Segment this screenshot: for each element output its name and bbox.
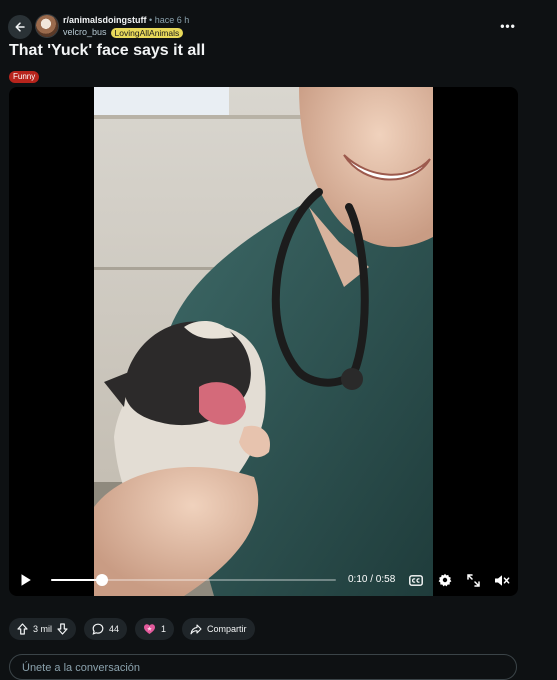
arrow-up-icon[interactable]	[17, 623, 28, 635]
captions-button[interactable]	[408, 572, 424, 588]
share-label: Compartir	[207, 624, 247, 634]
arrow-down-icon[interactable]	[57, 623, 68, 635]
more-horizontal-icon: •••	[500, 19, 516, 33]
expand-icon	[466, 573, 480, 587]
vote-count: 3 mil	[33, 624, 53, 634]
subreddit-avatar[interactable]	[36, 15, 58, 37]
comment-count: 44	[109, 624, 120, 634]
closed-captions-icon	[409, 574, 423, 586]
post-time: hace 6 h	[154, 15, 190, 25]
progress-fill	[51, 579, 103, 581]
progress-thumb[interactable]	[96, 574, 109, 586]
subreddit-link[interactable]: r/animalsdoingstuff	[63, 15, 147, 25]
speech-bubble-icon	[92, 623, 104, 635]
more-options-button[interactable]: •••	[500, 18, 516, 34]
author-link[interactable]: velcro_bus	[63, 27, 107, 38]
settings-button[interactable]	[437, 572, 453, 588]
fullscreen-button[interactable]	[465, 572, 481, 588]
award-icon	[144, 624, 156, 634]
time-readout: 0:10 / 0:58	[348, 574, 396, 585]
award-count: 1	[161, 624, 167, 634]
share-arrow-icon	[190, 623, 202, 634]
share-button[interactable]: Compartir	[182, 618, 255, 640]
volume-muted-icon	[495, 574, 510, 586]
comment-placeholder: Únete a la conversación	[22, 662, 141, 674]
play-button[interactable]	[18, 572, 34, 588]
post-title: That 'Yuck' face says it all	[9, 42, 206, 59]
post-meta: r/animalsdoingstuff • hace 6 h	[63, 15, 189, 26]
arrow-left-icon	[15, 22, 25, 32]
video-frame	[94, 87, 433, 596]
gear-icon	[438, 573, 452, 587]
video-controls: 0:10 / 0:58	[9, 553, 518, 596]
meta-separator: •	[149, 15, 153, 25]
post-flair[interactable]: Funny	[9, 71, 40, 83]
video-player[interactable]: 0:10 / 0:58	[9, 87, 518, 596]
vote-group: 3 mil	[9, 618, 77, 640]
back-button[interactable]	[8, 15, 32, 39]
post-actions: 3 mil 44 1 Compartir	[9, 618, 255, 640]
award-button[interactable]: 1	[135, 618, 175, 640]
author-line: velcro_bus LovingAllAnimals	[63, 27, 184, 38]
play-icon	[21, 574, 31, 586]
comment-input[interactable]: Únete a la conversación	[9, 654, 517, 680]
mute-button[interactable]	[493, 572, 511, 588]
progress-bar[interactable]	[51, 574, 336, 586]
user-flair: LovingAllAnimals	[110, 27, 184, 38]
comments-button[interactable]: 44	[84, 618, 128, 640]
